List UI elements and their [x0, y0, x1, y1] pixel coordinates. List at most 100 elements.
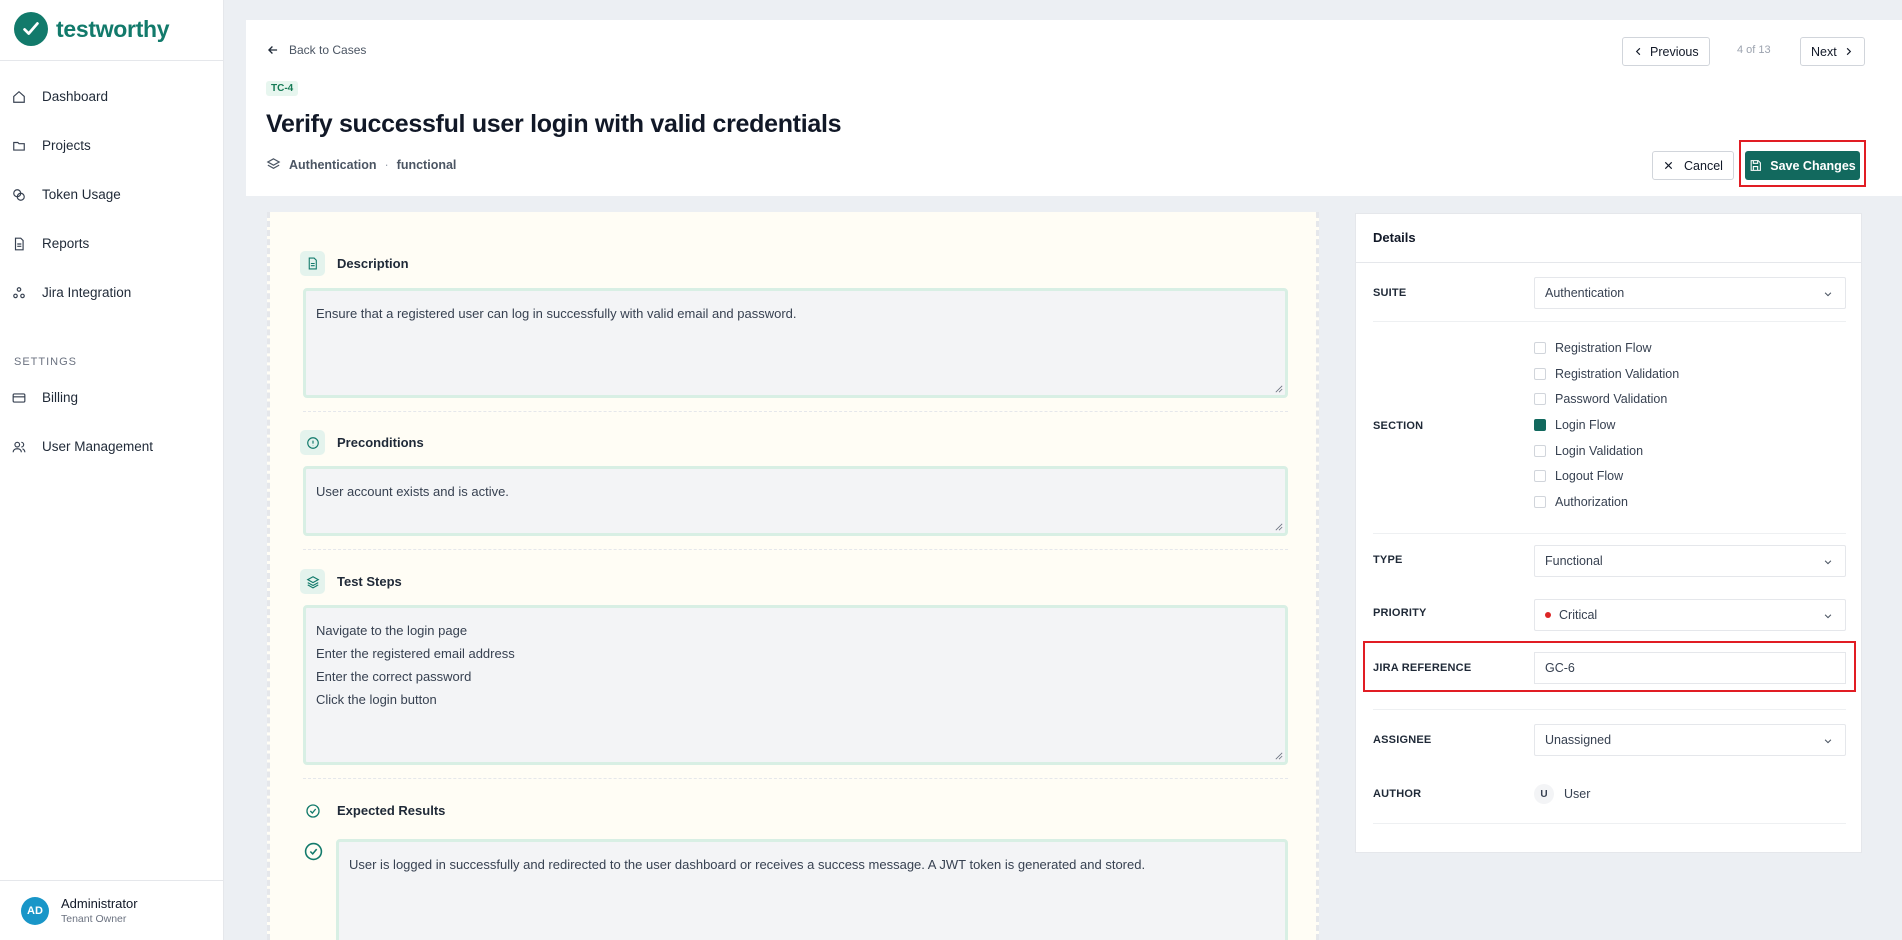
- section-option-label: Registration Validation: [1555, 366, 1680, 381]
- expected-results-label: Expected Results: [337, 803, 446, 818]
- checkbox-checked[interactable]: [1534, 418, 1546, 431]
- sidebar-item-reports[interactable]: Reports: [0, 219, 223, 268]
- sidebar-item-user-management[interactable]: User Management: [0, 422, 223, 471]
- user-profile[interactable]: AD Administrator Tenant Owner: [0, 880, 223, 940]
- page-title: Verify successful user login with valid …: [266, 110, 842, 138]
- sidebar-item-billing[interactable]: Billing: [0, 373, 223, 422]
- file-icon: [14, 237, 24, 250]
- checkbox[interactable]: [1534, 444, 1546, 457]
- author: U User: [1534, 784, 1590, 804]
- home-icon: [13, 90, 25, 103]
- folder-icon: [13, 141, 25, 151]
- description-heading: Description: [300, 251, 409, 276]
- priority-label: PRIORITY: [1373, 607, 1427, 619]
- section-option-selected[interactable]: Login Flow: [1534, 412, 1679, 438]
- check-circle-icon: [300, 798, 325, 823]
- assignee-label: ASSIGNEE: [1373, 734, 1432, 746]
- expected-results-text: User is logged in successfully and redir…: [349, 857, 1146, 872]
- cancel-button[interactable]: Cancel: [1652, 151, 1734, 180]
- sidebar-item-projects[interactable]: Projects: [0, 121, 223, 170]
- sidebar-item-dashboard[interactable]: Dashboard: [0, 72, 223, 121]
- sidebar-item-token-usage[interactable]: Token Usage: [0, 170, 223, 219]
- author-avatar: U: [1534, 784, 1554, 804]
- type-select[interactable]: Functional: [1534, 545, 1846, 577]
- section-option-label: Login Validation: [1555, 443, 1644, 458]
- section-option[interactable]: Password Validation: [1534, 386, 1679, 412]
- user-name: Administrator: [61, 896, 138, 911]
- section-option[interactable]: Registration Validation: [1534, 361, 1679, 387]
- sidebar-item-label: Dashboard: [42, 89, 109, 104]
- checkbox[interactable]: [1534, 470, 1546, 483]
- sidebar-item-label: Reports: [42, 236, 90, 251]
- sidebar-item-jira-integration[interactable]: Jira Integration: [0, 268, 223, 317]
- suite-select[interactable]: Authentication: [1534, 277, 1846, 309]
- settings-section-label: SETTINGS: [14, 356, 78, 368]
- section-option[interactable]: Authorization: [1534, 489, 1679, 515]
- layers-icon: [300, 569, 325, 594]
- case-id-badge: TC-4: [266, 81, 299, 96]
- divider: [0, 60, 223, 61]
- checkbox[interactable]: [1534, 341, 1546, 354]
- details-panel: Details SUITE Authentication SECTION Reg…: [1355, 213, 1862, 853]
- chevron-down-icon: [1824, 739, 1832, 744]
- section-label: SECTION: [1373, 420, 1424, 432]
- divider: [303, 549, 1288, 550]
- checkbox[interactable]: [1534, 495, 1546, 508]
- cancel-label: Cancel: [1684, 158, 1723, 173]
- expected-results-textarea[interactable]: User is logged in successfully and redir…: [336, 839, 1288, 940]
- previous-button[interactable]: Previous: [1622, 37, 1710, 66]
- separator-dot: ·: [384, 157, 389, 172]
- result-check-icon: [304, 842, 323, 861]
- document-icon: [300, 251, 325, 276]
- section-option[interactable]: Logout Flow: [1534, 463, 1679, 489]
- preconditions-text: User account exists and is active.: [316, 484, 509, 499]
- preconditions-textarea[interactable]: User account exists and is active.: [303, 466, 1288, 536]
- divider: [1373, 709, 1846, 710]
- divider: [303, 778, 1288, 779]
- case-type: functional: [396, 157, 457, 172]
- assignee-select[interactable]: Unassigned: [1534, 724, 1846, 756]
- resize-handle-icon[interactable]: [1275, 752, 1283, 760]
- next-button[interactable]: Next: [1800, 37, 1865, 66]
- resize-handle-icon[interactable]: [1275, 523, 1283, 531]
- type-label: TYPE: [1373, 554, 1403, 566]
- section-option[interactable]: Login Validation: [1534, 438, 1679, 464]
- brand-name: testworthy: [56, 15, 170, 42]
- priority-select[interactable]: Critical: [1534, 599, 1846, 631]
- preconditions-heading: Preconditions: [300, 430, 424, 455]
- details-title: Details: [1373, 230, 1416, 245]
- chevron-left-icon: [1635, 47, 1641, 56]
- chevron-down-icon: [1824, 614, 1832, 619]
- network-icon: [13, 286, 25, 298]
- step-line: Navigate to the login page: [316, 623, 468, 638]
- chevron-down-icon: [1824, 292, 1832, 297]
- save-changes-button[interactable]: Save Changes: [1745, 151, 1860, 180]
- back-to-cases-link[interactable]: Back to Cases: [266, 43, 366, 57]
- case-meta: Authentication · functional: [266, 157, 456, 172]
- close-icon: [1664, 161, 1673, 170]
- brand-logo[interactable]: testworthy: [14, 12, 170, 46]
- sidebar: testworthy Dashboard Projects Token Usag…: [0, 0, 224, 940]
- coins-icon: [13, 188, 25, 201]
- settings-nav: Billing User Management: [0, 373, 223, 471]
- suite-label: SUITE: [1373, 287, 1407, 299]
- section-option[interactable]: Registration Flow: [1534, 335, 1679, 361]
- checkbox[interactable]: [1534, 393, 1546, 406]
- divider: [303, 411, 1288, 412]
- page-count: 4 of 13: [1737, 44, 1771, 56]
- expected-results-heading: Expected Results: [300, 798, 445, 823]
- section-option-label: Login Flow: [1555, 417, 1616, 432]
- test-steps-textarea[interactable]: Navigate to the login page Enter the reg…: [303, 605, 1288, 765]
- chevron-right-icon: [1846, 47, 1851, 56]
- checkbox[interactable]: [1534, 367, 1546, 380]
- logo-check-icon: [14, 12, 48, 46]
- user-role: Tenant Owner: [61, 913, 127, 925]
- author-name: User: [1564, 787, 1591, 801]
- author-label: AUTHOR: [1373, 788, 1422, 800]
- priority-value: Critical: [1559, 608, 1598, 622]
- step-line: Enter the correct password: [316, 669, 472, 684]
- resize-handle-icon[interactable]: [1275, 385, 1283, 393]
- divider: [1373, 533, 1846, 534]
- description-textarea[interactable]: Ensure that a registered user can log in…: [303, 288, 1288, 398]
- section-checklist: Registration Flow Registration Validatio…: [1534, 335, 1679, 515]
